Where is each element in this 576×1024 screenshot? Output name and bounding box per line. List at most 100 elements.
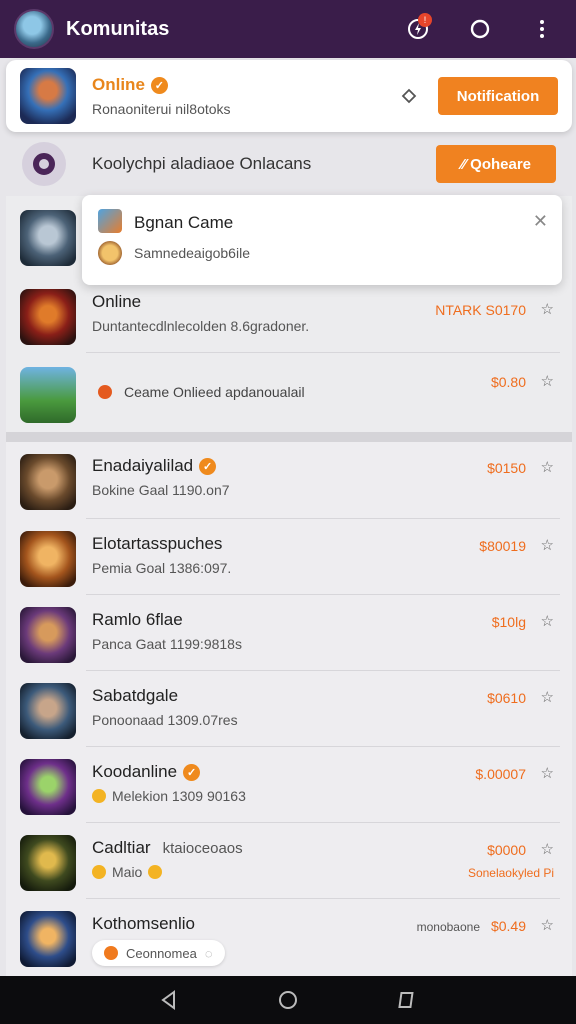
divider	[86, 518, 560, 519]
bolt-button[interactable]: !	[398, 9, 438, 49]
system-nav-bar	[0, 976, 576, 1024]
item-title: Koodanline	[92, 762, 178, 781]
star-icon[interactable]: ☆	[541, 300, 554, 318]
list-item[interactable]: Cadltiar ktaioceoaos Maio $0000 ☆ Sonelao…	[6, 832, 566, 894]
item-subtitle: Pemia Goal 1386:097.	[92, 560, 232, 576]
notification-button[interactable]: Notification	[438, 77, 558, 115]
star-icon[interactable]: ☆	[541, 372, 554, 390]
list-item[interactable]: Ceame Onlieed apdanoualail $0.80 ☆	[6, 364, 566, 426]
pill-label: Ceonnomea	[126, 945, 197, 961]
online-subtitle: Ronaoniterui nil8otoks	[92, 101, 231, 117]
community-icon	[22, 142, 66, 186]
item-price: $0150	[487, 460, 526, 476]
game-thumbnail	[20, 683, 76, 739]
star-icon[interactable]: ☆	[541, 458, 554, 476]
page-title: Komunitas	[66, 17, 170, 40]
game-thumbnail	[20, 759, 76, 815]
divider	[86, 594, 560, 595]
more-button[interactable]	[522, 9, 562, 49]
item-price: NTARK S0170	[435, 302, 526, 318]
item-title: Cadltiar	[92, 838, 151, 857]
recents-icon[interactable]	[396, 989, 418, 1011]
coin-icon	[92, 865, 106, 879]
community-label: Koolychpi aladiaoe Onlacans	[92, 154, 312, 173]
coin-icon	[92, 789, 106, 803]
close-icon[interactable]: ✕	[533, 211, 548, 232]
list-item[interactable]: Enadaiyalilad ✓ Bokine Gaal 1190.on7 $015…	[6, 450, 566, 514]
item-price: $0610	[487, 690, 526, 706]
app-bar: Komunitas !	[0, 0, 576, 58]
star-icon[interactable]: ☆	[541, 688, 554, 706]
back-icon[interactable]	[158, 989, 180, 1011]
list-item[interactable]: Elotartasspuches Pemia Goal 1386:097. $8…	[6, 528, 566, 590]
chat-button[interactable]	[460, 9, 500, 49]
avatar[interactable]	[14, 9, 54, 49]
coin-icon	[148, 865, 163, 879]
divider	[86, 352, 560, 353]
community-header: Koolychpi aladiaoe Onlacans ⁄⁄ Qoheare	[6, 136, 572, 192]
item-subtitle: Ponoonaad 1309.07res	[92, 712, 238, 728]
verified-icon: ✓	[183, 763, 201, 781]
item-subtitle: Maio	[112, 864, 143, 880]
game-icon	[98, 241, 122, 265]
game-thumbnail	[20, 911, 76, 967]
item-subtitle: Panca Gaat 1199:9818s	[92, 636, 242, 652]
notification-badge: !	[418, 13, 432, 27]
online-title: Online	[92, 75, 145, 94]
divider	[86, 898, 560, 899]
divider	[86, 746, 560, 747]
item-title: Ramlo 6flae	[92, 610, 183, 629]
home-icon[interactable]	[277, 989, 299, 1011]
list-item[interactable]: Sabatdgale Ponoonaad 1309.07res $0610 ☆	[6, 680, 566, 742]
verified-icon: ✓	[199, 457, 217, 475]
game-thumbnail	[20, 210, 76, 266]
list-item[interactable]: Online Duntantecdlnlecolden 8.6gradoner.…	[6, 286, 566, 348]
divider	[86, 670, 560, 671]
item-title: Enadaiyalilad	[92, 456, 194, 475]
item-title: Elotartasspuches	[92, 534, 223, 553]
item-subtitle: Ceame Onlieed apdanoualail	[124, 384, 305, 400]
game-icon	[98, 209, 122, 233]
item-subtitle: Duntantecdlnlecolden 8.6gradoner.	[92, 318, 310, 334]
refresh-icon: ◌	[204, 945, 213, 961]
item-price: $0.80	[490, 374, 526, 390]
item-price: $.00007	[475, 766, 526, 782]
star-icon[interactable]: ☆	[541, 536, 554, 554]
online-notification-card: Online ✓ Ronaoniterui nil8otoks Notificat…	[6, 60, 572, 132]
star-icon[interactable]: ☆	[541, 612, 554, 630]
status-icon	[104, 946, 118, 960]
item-price: $0.49	[490, 918, 526, 934]
game-thumbnail	[20, 68, 76, 124]
game-thumbnail	[20, 367, 76, 423]
chat-icon	[470, 19, 490, 39]
status-pill[interactable]: Ceonnomea ◌	[92, 940, 225, 966]
list-item[interactable]: Koodanline ✓ Melekion 1309 90163 $.00007 …	[6, 756, 566, 818]
game-thumbnail	[20, 835, 76, 891]
item-title: Kothomsenlio	[92, 914, 196, 933]
item-title: Sabatdgale	[92, 686, 179, 705]
section-separator	[6, 432, 572, 442]
list-item[interactable]: Ramlo 6flae Panca Gaat 1199:9818s $10lg …	[6, 604, 566, 666]
item-price: $0000	[487, 842, 526, 858]
game-popup: Bgnan Came Samnedeaigob6ile ✕	[82, 195, 562, 285]
status-icon	[98, 385, 112, 399]
sync-icon[interactable]	[400, 87, 418, 105]
item-price: $80019	[479, 538, 526, 554]
item-subtitle: Melekion 1309 90163	[112, 788, 246, 804]
item-title-extra: ktaioceoaos	[162, 839, 243, 857]
item-price: $10lg	[491, 614, 526, 630]
star-icon[interactable]: ☆	[541, 764, 554, 782]
more-vert-icon	[540, 20, 544, 38]
popup-title: Bgnan Came	[134, 213, 234, 232]
item-price-note: Sonelaokyled Pi	[467, 866, 554, 880]
item-title: Online	[92, 292, 142, 311]
game-thumbnail	[20, 454, 76, 510]
list-item[interactable]: Kothomsenlio Ceonnomea ◌ monobaone $0.49…	[6, 908, 566, 970]
item-subtitle: Bokine Gaal 1190.on7	[92, 482, 230, 498]
star-icon[interactable]: ☆	[541, 916, 554, 934]
community-action-button[interactable]: ⁄⁄ Qoheare	[436, 145, 556, 183]
star-icon[interactable]: ☆	[541, 840, 554, 858]
item-price-prefix: monobaone	[416, 920, 480, 934]
game-thumbnail	[20, 289, 76, 345]
game-thumbnail	[20, 531, 76, 587]
